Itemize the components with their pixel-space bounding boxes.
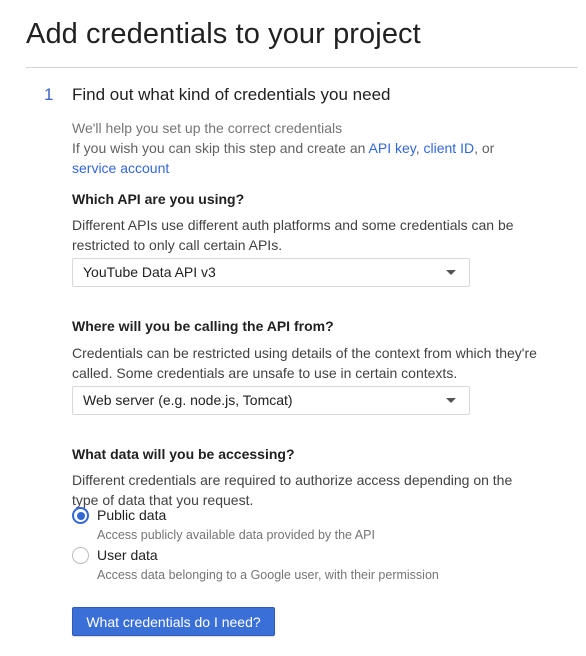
api-select-value: YouTube Data API v3	[83, 264, 216, 280]
api-section-description: Different APIs use different auth platfo…	[72, 217, 514, 253]
title-divider	[26, 67, 578, 68]
step-number: 1	[44, 85, 54, 104]
service-account-link[interactable]: service account	[72, 160, 169, 176]
intro-text: We'll help you set up the correct creden…	[72, 118, 552, 178]
step-title: Find out what kind of credentials you ne…	[72, 85, 391, 104]
public-data-radio[interactable]	[72, 507, 89, 524]
user-data-description: Access data belonging to a Google user, …	[97, 568, 439, 582]
intro-service-line: service account	[72, 158, 552, 178]
data-section-heading: What data will you be accessing?	[72, 446, 295, 462]
chevron-down-icon	[446, 398, 456, 403]
user-data-radio[interactable]	[72, 547, 89, 564]
user-data-label[interactable]: User data	[97, 547, 158, 563]
public-data-label[interactable]: Public data	[97, 507, 166, 523]
separator: ,	[415, 140, 424, 156]
intro-skip-prefix: If you wish you can skip this step and c…	[72, 140, 369, 156]
calling-section-heading: Where will you be calling the API from?	[72, 318, 334, 334]
api-section-heading: Which API are you using?	[72, 191, 245, 207]
intro-skip-line: If you wish you can skip this step and c…	[72, 138, 552, 158]
chevron-down-icon	[446, 270, 456, 275]
page-title: Add credentials to your project	[26, 18, 421, 50]
public-data-description: Access publicly available data provided …	[97, 528, 375, 542]
api-key-link[interactable]: API key	[369, 140, 416, 156]
intro-line: We'll help you set up the correct creden…	[72, 120, 343, 136]
what-credentials-button[interactable]: What credentials do I need?	[72, 607, 275, 636]
calling-section-description: Credentials can be restricted using deta…	[72, 345, 537, 381]
api-select[interactable]: YouTube Data API v3	[72, 258, 470, 287]
client-id-link[interactable]: client ID	[424, 140, 475, 156]
calling-select[interactable]: Web server (e.g. node.js, Tomcat)	[72, 386, 470, 415]
calling-select-value: Web server (e.g. node.js, Tomcat)	[83, 392, 293, 408]
data-section-description: Different credentials are required to au…	[72, 472, 513, 508]
separator: , or	[474, 140, 495, 156]
